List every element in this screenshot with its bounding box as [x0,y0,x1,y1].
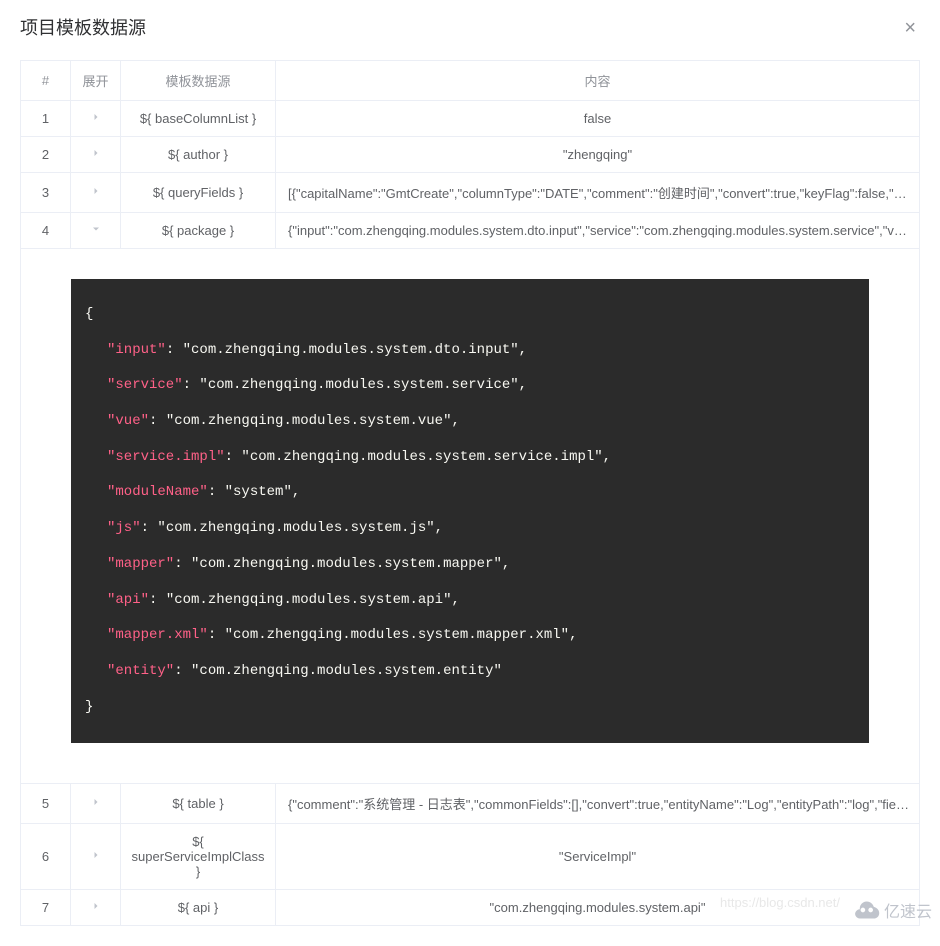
cloud-icon [852,899,880,921]
cell-expand [71,824,121,890]
cell-expand [71,890,121,926]
data-source-table: # 展开 模板数据源 内容 1 ${ baseColumnList } fals… [20,60,920,926]
table-row: 3 ${ queryFields } [{"capitalName":"GmtC… [21,173,920,213]
close-icon[interactable]: × [900,18,920,38]
json-code-block: {"input": "com.zhengqing.modules.system.… [71,279,869,743]
cell-index: 2 [21,137,71,173]
chevron-right-icon[interactable] [90,147,102,159]
json-entry: "input": "com.zhengqing.modules.system.d… [85,333,855,369]
chevron-right-icon[interactable] [90,796,102,808]
cell-expand [71,173,121,213]
chevron-right-icon[interactable] [90,111,102,123]
corner-brand-text: 亿速云 [884,898,932,922]
cell-source: ${ api } [121,890,276,926]
th-index: # [21,61,71,101]
chevron-right-icon[interactable] [90,900,102,912]
cell-content: {"comment":"系统管理 - 日志表","commonFields":[… [276,784,920,824]
cell-expand [71,101,121,137]
chevron-right-icon[interactable] [90,849,102,861]
table-row: 4 ${ package } {"input":"com.zhengqing.m… [21,213,920,249]
cell-content: "zhengqing" [276,137,920,173]
dialog-body: # 展开 模板数据源 内容 1 ${ baseColumnList } fals… [0,50,940,946]
cell-index: 5 [21,784,71,824]
json-entry: "mapper.xml": "com.zhengqing.modules.sys… [85,618,855,654]
table-row: 7 ${ api } "com.zhengqing.modules.system… [21,890,920,926]
json-entry: "moduleName": "system", [85,475,855,511]
json-entry: "mapper": "com.zhengqing.modules.system.… [85,547,855,583]
expanded-row: {"input": "com.zhengqing.modules.system.… [21,249,920,784]
dialog-header: 项目模板数据源 × [0,0,940,50]
json-entry: "entity": "com.zhengqing.modules.system.… [85,654,855,690]
cell-source: ${ superServiceImplClass } [121,824,276,890]
cell-content: "ServiceImpl" [276,824,920,890]
table-row: 2 ${ author } "zhengqing" [21,137,920,173]
table-row: 6 ${ superServiceImplClass } "ServiceImp… [21,824,920,890]
cell-index: 3 [21,173,71,213]
table-row: 5 ${ table } {"comment":"系统管理 - 日志表","co… [21,784,920,824]
cell-index: 4 [21,213,71,249]
corner-brand: 亿速云 [852,898,932,922]
json-entry: "vue": "com.zhengqing.modules.system.vue… [85,404,855,440]
table-header-row: # 展开 模板数据源 内容 [21,61,920,101]
th-content: 内容 [276,61,920,101]
json-open-brace: { [85,297,855,333]
cell-source: ${ table } [121,784,276,824]
cell-source: ${ package } [121,213,276,249]
cell-index: 7 [21,890,71,926]
cell-content: {"input":"com.zhengqing.modules.system.d… [276,213,920,249]
json-entry: "service": "com.zhengqing.modules.system… [85,368,855,404]
cell-source: ${ queryFields } [121,173,276,213]
cell-index: 1 [21,101,71,137]
cell-content: [{"capitalName":"GmtCreate","columnType"… [276,173,920,213]
th-source: 模板数据源 [121,61,276,101]
table-row: 1 ${ baseColumnList } false [21,101,920,137]
expanded-cell: {"input": "com.zhengqing.modules.system.… [21,249,920,784]
cell-index: 6 [21,824,71,890]
chevron-right-icon[interactable] [90,185,102,197]
cell-expand [71,137,121,173]
json-entry: "api": "com.zhengqing.modules.system.api… [85,583,855,619]
json-entry: "js": "com.zhengqing.modules.system.js", [85,511,855,547]
dialog-title: 项目模板数据源 [20,16,146,40]
cell-source: ${ baseColumnList } [121,101,276,137]
cell-expand [71,784,121,824]
cell-source: ${ author } [121,137,276,173]
cell-content: "com.zhengqing.modules.system.api" [276,890,920,926]
chevron-down-icon[interactable] [90,223,102,235]
th-expand: 展开 [71,61,121,101]
cell-expand [71,213,121,249]
json-entry: "service.impl": "com.zhengqing.modules.s… [85,440,855,476]
json-close-brace: } [85,690,855,726]
cell-content: false [276,101,920,137]
